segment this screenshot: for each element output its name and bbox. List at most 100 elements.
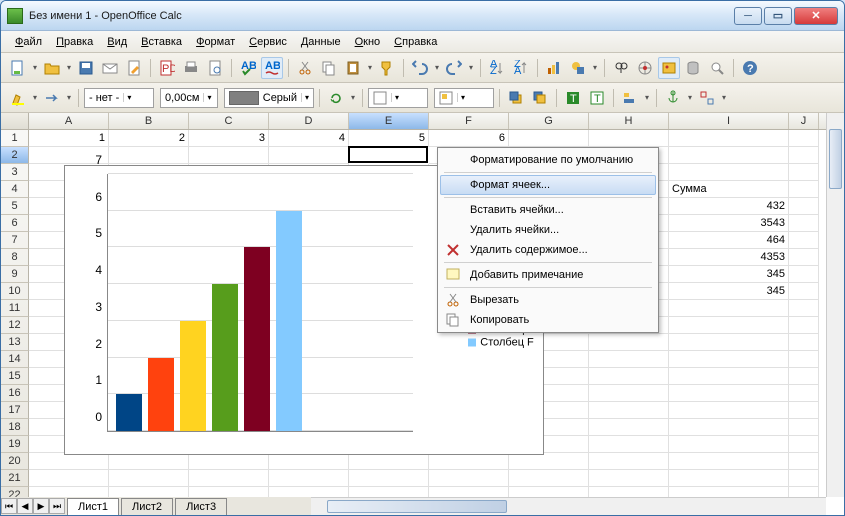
cell[interactable] [789,283,819,300]
new-doc-icon[interactable] [7,57,29,79]
column-header[interactable]: F [429,113,509,129]
context-menu-item[interactable]: Добавить примечание [440,265,656,285]
cell[interactable] [669,334,789,351]
row-header[interactable]: 9 [1,266,29,283]
line-color-combo[interactable]: Серый▾ [224,88,314,108]
column-header[interactable]: E [349,113,429,129]
row-header[interactable]: 11 [1,300,29,317]
column-header[interactable]: I [669,113,789,129]
column-header[interactable]: G [509,113,589,129]
cell[interactable] [509,453,589,470]
cell[interactable] [789,232,819,249]
cell[interactable] [109,470,189,487]
cell[interactable] [349,470,429,487]
cell[interactable]: 4353 [669,249,789,266]
chart-icon[interactable] [543,57,565,79]
print-icon[interactable] [180,57,202,79]
cell[interactable] [789,147,819,164]
cell[interactable] [669,351,789,368]
context-menu-item[interactable]: Копировать [440,310,656,330]
cell[interactable] [29,470,109,487]
cell[interactable] [669,402,789,419]
vertical-scrollbar[interactable] [826,113,844,497]
cell[interactable] [789,334,819,351]
cell[interactable] [669,300,789,317]
cell[interactable] [789,419,819,436]
dropdown-arrow-icon[interactable]: ▾ [643,93,651,102]
cell[interactable] [29,453,109,470]
cell[interactable] [189,470,269,487]
context-menu-item[interactable]: Вставить ячейки... [440,200,656,220]
cell[interactable] [509,130,589,147]
row-header[interactable]: 13 [1,334,29,351]
highlight-icon[interactable] [7,87,29,109]
row-header[interactable]: 21 [1,470,29,487]
cell[interactable]: 345 [669,266,789,283]
zoom-icon[interactable] [706,57,728,79]
cell[interactable] [789,181,819,198]
tab-last-button[interactable]: ⏭ [49,498,65,514]
cell[interactable] [349,453,429,470]
cell[interactable] [269,147,349,164]
tab-first-button[interactable]: ⏮ [1,498,17,514]
cell[interactable] [589,130,669,147]
cell[interactable] [348,146,428,163]
gallery-icon[interactable] [658,57,680,79]
print-preview-icon[interactable] [204,57,226,79]
dropdown-arrow-icon[interactable]: ▾ [366,63,374,72]
cell[interactable] [669,436,789,453]
cell[interactable] [269,453,349,470]
dropdown-arrow-icon[interactable]: ▾ [65,63,73,72]
column-header[interactable]: A [29,113,109,129]
cell[interactable] [789,351,819,368]
cell[interactable] [109,453,189,470]
cell[interactable] [789,402,819,419]
select-all-corner[interactable] [1,113,29,130]
tab-next-button[interactable]: ▶ [33,498,49,514]
row-header[interactable]: 8 [1,249,29,266]
sort-desc-icon[interactable]: ZA [510,57,532,79]
help-icon[interactable]: ? [739,57,761,79]
cell[interactable] [589,334,669,351]
cell[interactable] [589,385,669,402]
context-menu-item[interactable]: Удалить ячейки... [440,220,656,240]
dropdown-arrow-icon[interactable]: ▾ [720,93,728,102]
column-header[interactable]: D [269,113,349,129]
format-paintbrush-icon[interactable] [376,57,398,79]
cell[interactable] [789,436,819,453]
cell[interactable] [789,198,819,215]
cell[interactable]: 1 [29,130,109,147]
ungroup-icon[interactable] [696,87,718,109]
cell[interactable]: 432 [669,198,789,215]
row-header[interactable]: 3 [1,164,29,181]
sheet-tab[interactable]: Лист3 [175,498,227,515]
context-menu-item[interactable]: Удалить содержимое... [440,240,656,260]
row-header[interactable]: 14 [1,351,29,368]
to-back-icon[interactable] [529,87,551,109]
cell[interactable] [189,453,269,470]
find-icon[interactable] [610,57,632,79]
dropdown-arrow-icon[interactable]: ▾ [467,63,475,72]
maximize-button[interactable]: ▭ [764,7,792,25]
to-front-icon[interactable] [505,87,527,109]
dropdown-arrow-icon[interactable]: ▾ [349,93,357,102]
dropdown-arrow-icon[interactable]: ▾ [31,93,39,102]
row-header[interactable]: 4 [1,181,29,198]
row-header[interactable]: 15 [1,368,29,385]
cell[interactable] [789,130,819,147]
cell[interactable] [789,317,819,334]
cut-icon[interactable] [294,57,316,79]
cell[interactable] [669,419,789,436]
row-header[interactable]: 18 [1,419,29,436]
cell[interactable] [589,351,669,368]
column-header[interactable]: C [189,113,269,129]
row-header[interactable]: 20 [1,453,29,470]
save-icon[interactable] [75,57,97,79]
dropdown-arrow-icon[interactable]: ▾ [31,63,39,72]
cell[interactable] [669,130,789,147]
row-header[interactable]: 17 [1,402,29,419]
anchor-combo[interactable]: ▾ [368,88,428,108]
cell[interactable]: Сумма [669,181,789,198]
export-pdf-icon[interactable]: PDF [156,57,178,79]
menu-окно[interactable]: Окно [349,33,387,51]
